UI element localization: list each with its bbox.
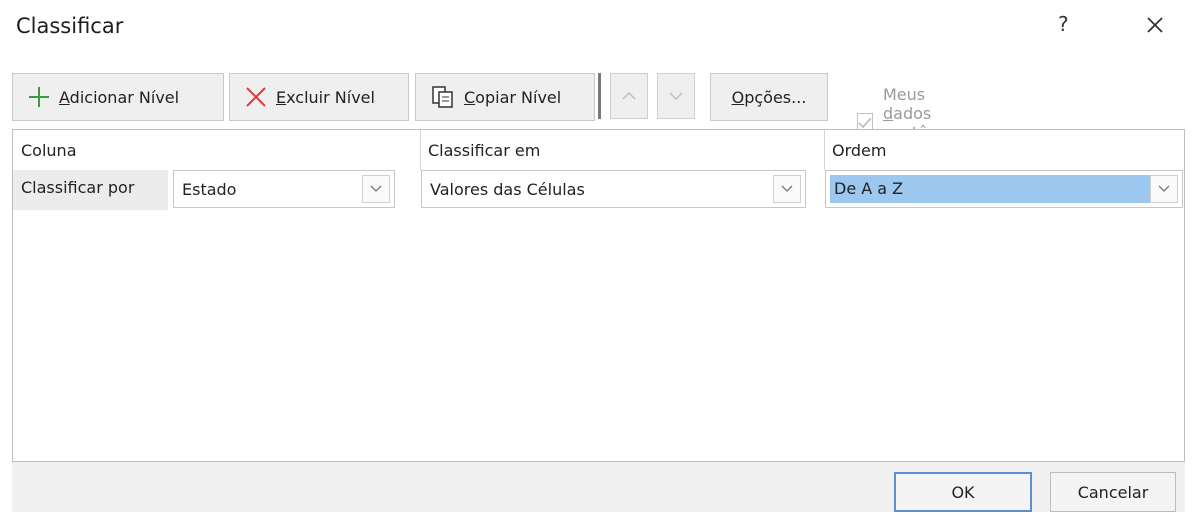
ok-button[interactable]: OK xyxy=(894,472,1032,512)
sort-levels-grid: Coluna Classificar em Ordem Classificar … xyxy=(12,129,1185,462)
close-icon xyxy=(1147,17,1163,33)
add-level-button[interactable]: Adicionar Nível xyxy=(12,73,224,121)
column-select-value: Estado xyxy=(182,179,237,199)
chevron-down-icon xyxy=(1158,185,1170,192)
order-dropdown-button[interactable] xyxy=(1150,175,1178,203)
toolbar-separator xyxy=(598,73,601,119)
copy-level-button[interactable]: Copiar Nível xyxy=(415,73,595,121)
chevron-down-icon xyxy=(669,92,683,101)
column-select[interactable]: Estado xyxy=(173,170,395,208)
move-down-button[interactable] xyxy=(657,73,695,119)
plus-icon xyxy=(29,87,49,107)
add-level-label: Adicionar Nível xyxy=(59,87,180,107)
options-label: Opções... xyxy=(731,87,807,107)
cancel-button[interactable]: Cancelar xyxy=(1050,472,1176,512)
order-select-value: De A a Z xyxy=(830,175,1150,203)
help-button[interactable]: ? xyxy=(1058,12,1069,36)
delete-level-button[interactable]: Excluir Nível xyxy=(229,73,409,121)
column-header-column: Coluna xyxy=(21,141,77,160)
row-label-sort-by: Classificar por xyxy=(13,170,168,210)
order-select[interactable]: De A a Z xyxy=(825,170,1183,208)
close-button[interactable] xyxy=(1140,10,1170,40)
copy-level-label: Copiar Nível xyxy=(464,87,562,107)
chevron-down-icon xyxy=(370,185,382,192)
column-header-order: Ordem xyxy=(832,141,887,160)
options-button[interactable]: Opções... xyxy=(710,73,828,121)
column-header-sort-on: Classificar em xyxy=(428,141,541,160)
copy-icon xyxy=(432,86,453,108)
sort-on-select[interactable]: Valores das Células xyxy=(421,170,806,208)
x-icon xyxy=(246,87,266,107)
chevron-down-icon xyxy=(781,185,793,192)
move-up-button[interactable] xyxy=(610,73,648,119)
chevron-up-icon xyxy=(622,91,636,100)
column-divider xyxy=(420,130,421,170)
column-dropdown-button[interactable] xyxy=(362,175,390,203)
sort-on-select-value: Valores das Células xyxy=(430,179,585,199)
column-divider xyxy=(824,130,825,170)
delete-level-label: Excluir Nível xyxy=(276,87,375,107)
sort-dialog: Classificar ? Adicionar Nível Excluir Ní… xyxy=(0,0,1197,526)
dialog-footer: OK Cancelar xyxy=(12,462,1185,512)
sort-on-dropdown-button[interactable] xyxy=(773,175,801,203)
checkmark-icon xyxy=(858,117,872,129)
dialog-title: Classificar xyxy=(16,14,124,38)
